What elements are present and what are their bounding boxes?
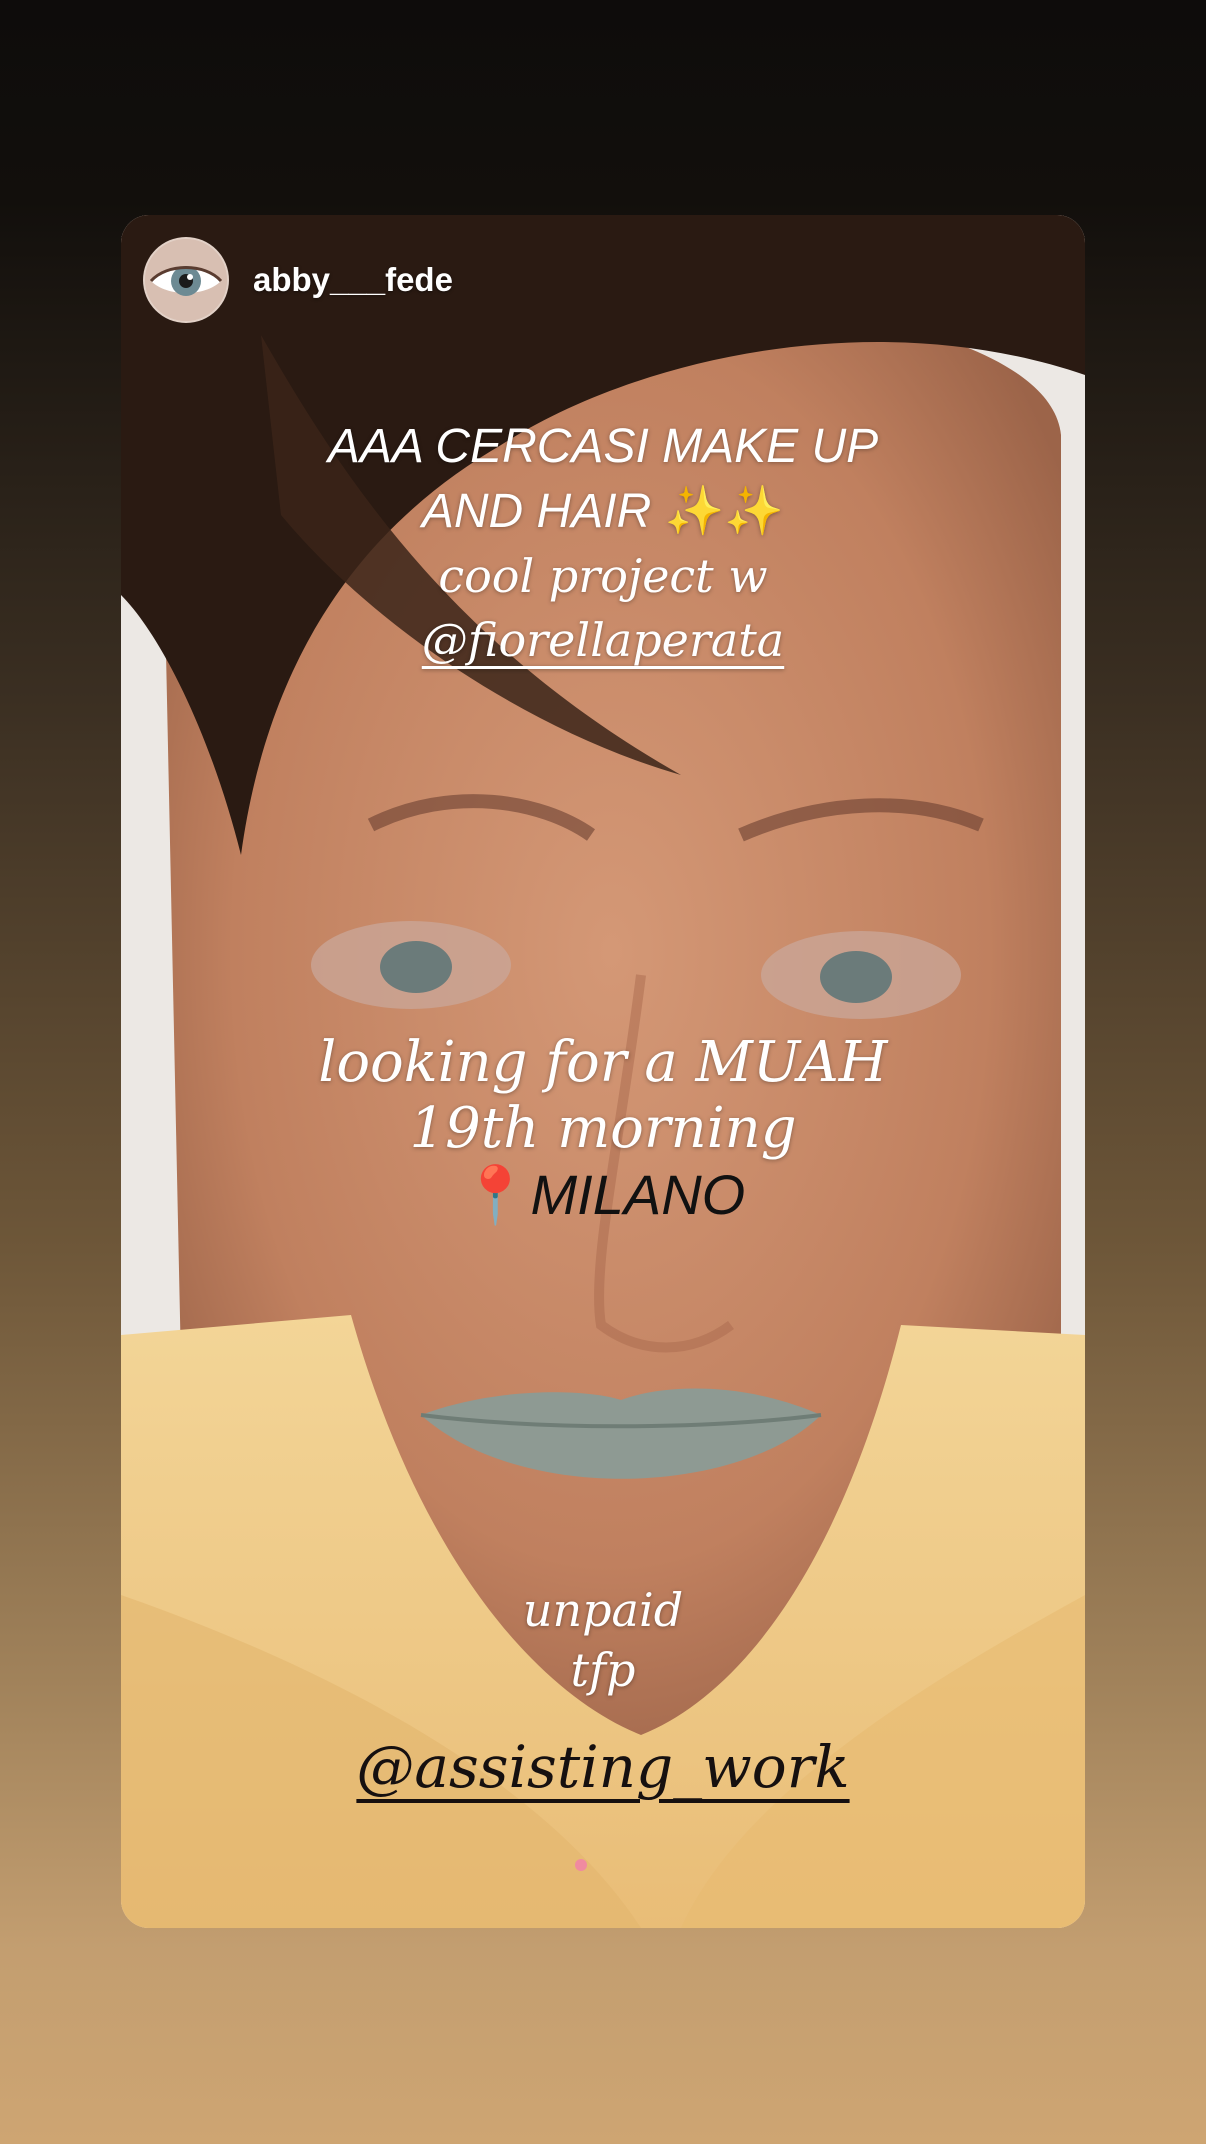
location-text: MILANO xyxy=(530,1163,746,1226)
text-block-casting: AAA CERCASI MAKE UP AND HAIR ✨✨ cool pro… xyxy=(121,415,1085,672)
text-line: cool project w xyxy=(438,549,768,603)
mention-fiorellaperata[interactable]: @fiorellaperata xyxy=(121,608,1085,672)
text-line: AAA CERCASI MAKE UP xyxy=(327,420,879,473)
text-block-unpaid: unpaid tfp xyxy=(121,1580,1085,1700)
text-line: AND HAIR ✨✨ xyxy=(121,479,1085,544)
text-block-mention: @assisting_work xyxy=(121,1733,1085,1801)
mention-assisting-work[interactable]: @assisting_work xyxy=(121,1733,1085,1801)
text-line-part: AND HAIR xyxy=(421,485,652,538)
text-line: tfp xyxy=(570,1643,636,1697)
eye-avatar-icon[interactable] xyxy=(143,237,229,323)
story-card[interactable]: abby___fede AAA CERCASI MAKE UP AND HAIR… xyxy=(121,215,1085,1928)
text-block-muah: looking for a MUAH 19th morning 📍MILANO xyxy=(121,1030,1085,1229)
location-line: 📍MILANO xyxy=(121,1162,1085,1229)
username[interactable]: abby___fede xyxy=(253,261,453,299)
story-header: abby___fede xyxy=(143,237,453,323)
text-line: 19th morning xyxy=(409,1096,797,1161)
pin-icon: 📍 xyxy=(460,1163,531,1228)
sparkles-icon: ✨✨ xyxy=(664,483,785,539)
text-line: looking for a MUAH xyxy=(318,1030,888,1095)
text-line: unpaid xyxy=(522,1583,684,1637)
